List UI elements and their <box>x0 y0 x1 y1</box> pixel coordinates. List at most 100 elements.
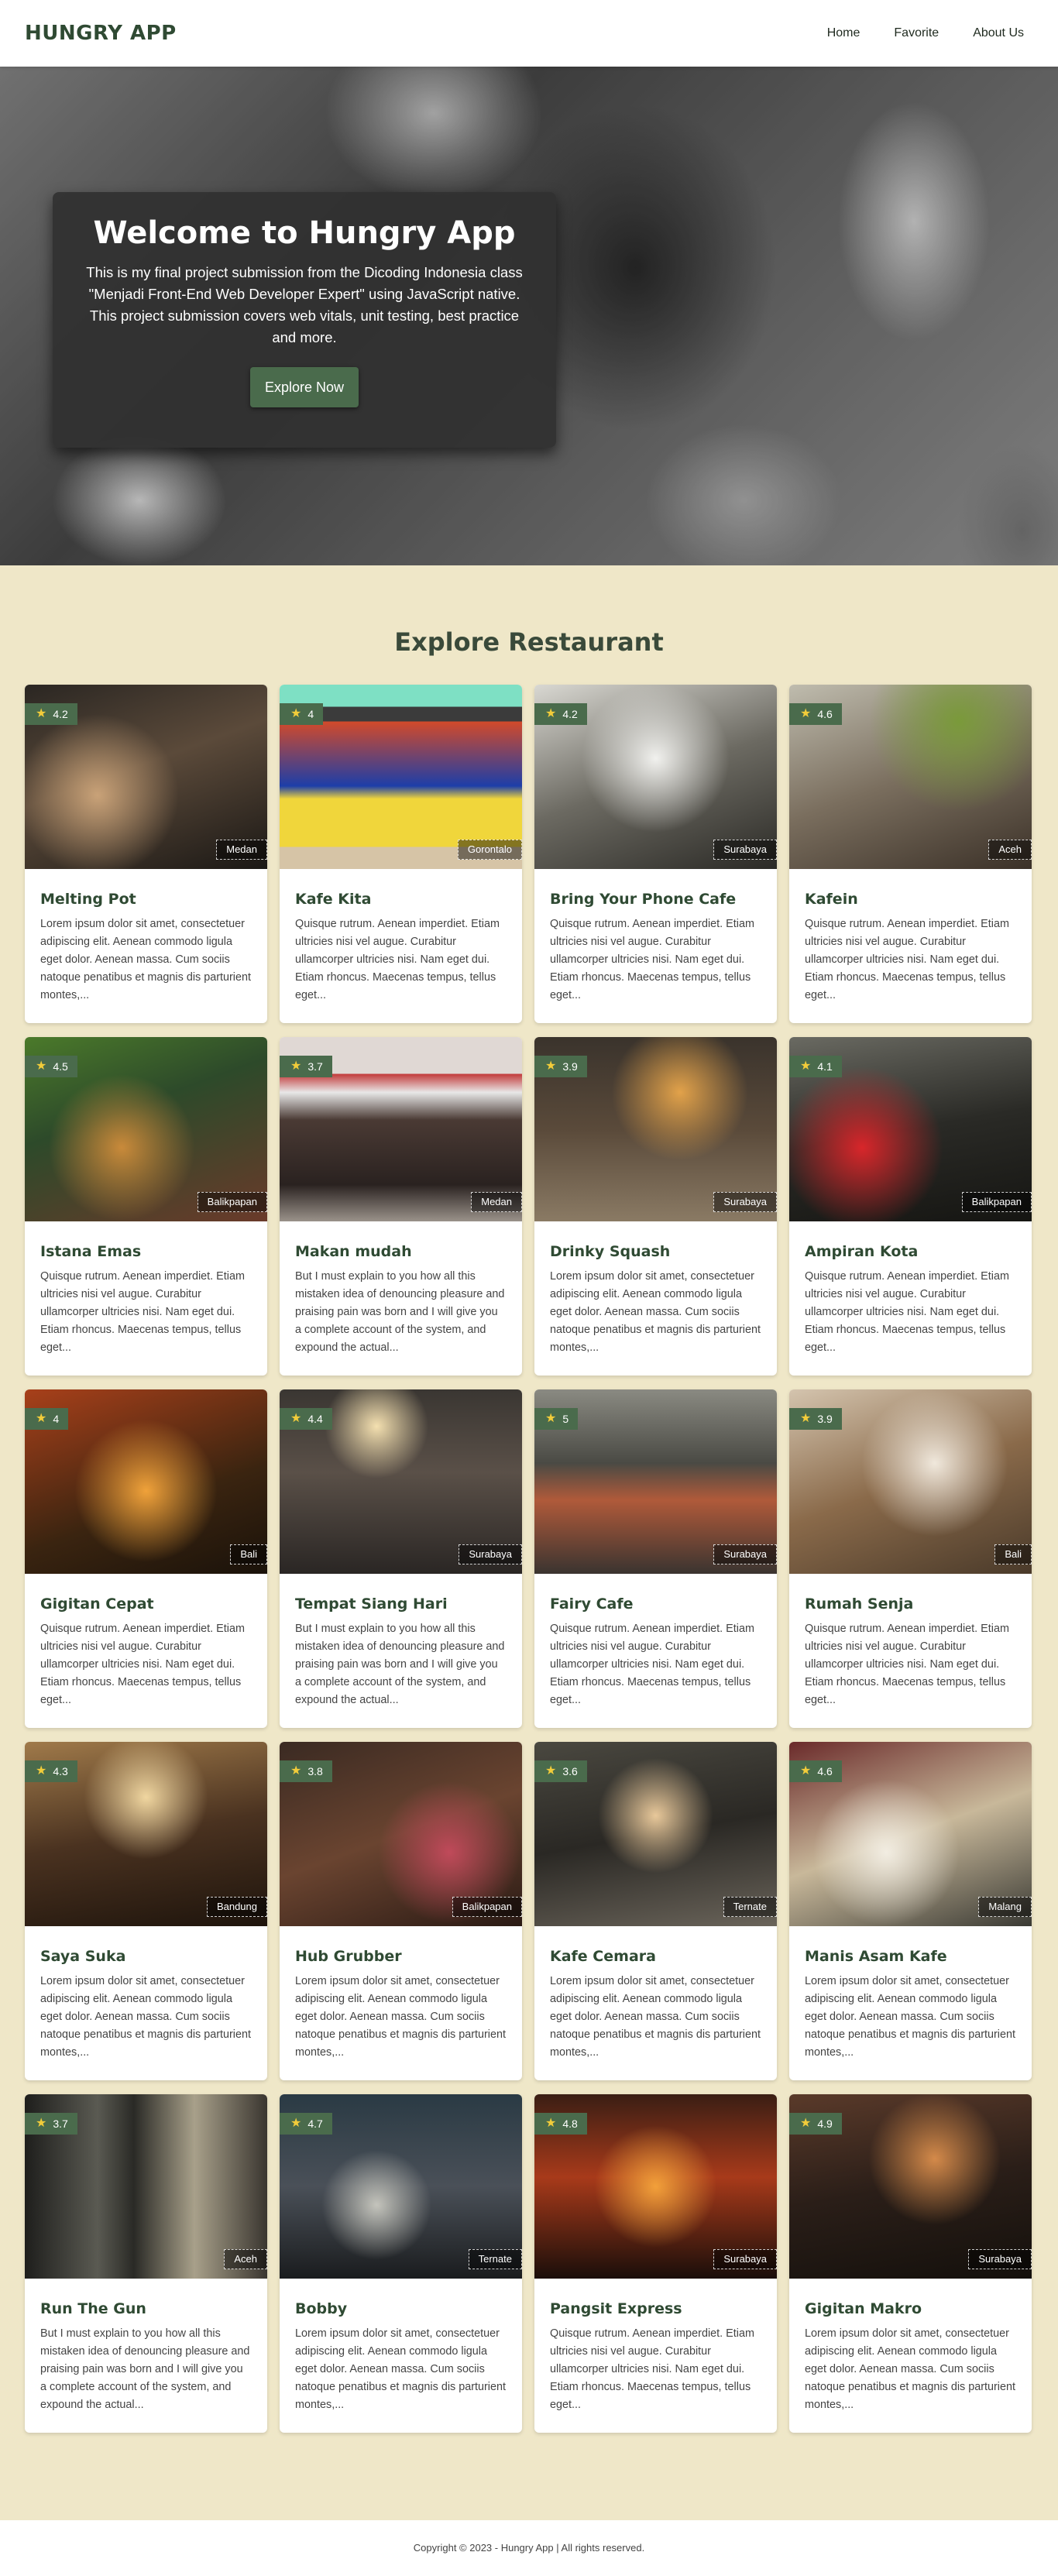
restaurant-image[interactable]: ★ 4.8 Surabaya <box>534 2094 777 2279</box>
card-body: Pangsit Express Quisque rutrum. Aenean i… <box>534 2279 777 2414</box>
city-badge: Surabaya <box>459 1544 522 1564</box>
restaurant-description: Quisque rutrum. Aenean imperdiet. Etiam … <box>805 1270 1009 1354</box>
city-badge: Balikpapan <box>452 1897 522 1917</box>
rating-value: 3.8 <box>307 1765 323 1777</box>
city-badge: Balikpapan <box>197 1192 267 1212</box>
restaurant-image[interactable]: ★ 3.8 Balikpapan <box>280 1742 522 1926</box>
restaurant-image[interactable]: ★ 4.9 Surabaya <box>789 2094 1032 2279</box>
restaurant-card[interactable]: ★ 4 Bali Gigitan Cepat Quisque rutrum. A… <box>25 1389 267 1728</box>
rating-badge: ★ 3.6 <box>534 1760 587 1782</box>
restaurant-image[interactable]: ★ 4 Bali <box>25 1389 267 1574</box>
restaurant-image[interactable]: ★ 3.9 Bali <box>789 1389 1032 1574</box>
rating-badge: ★ 4.2 <box>534 703 587 725</box>
restaurant-image[interactable]: ★ 4.4 Surabaya <box>280 1389 522 1574</box>
restaurant-description: Quisque rutrum. Aenean imperdiet. Etiam … <box>550 918 754 1001</box>
restaurant-name[interactable]: Melting Pot <box>40 891 252 908</box>
restaurant-card[interactable]: ★ 4.6 Aceh Kafein Quisque rutrum. Aenean… <box>789 685 1032 1023</box>
main-nav: Home Favorite About Us <box>827 26 1024 40</box>
restaurant-card[interactable]: ★ 5 Surabaya Fairy Cafe Quisque rutrum. … <box>534 1389 777 1728</box>
star-icon: ★ <box>545 1412 557 1425</box>
restaurant-name[interactable]: Hub Grubber <box>295 1948 507 1965</box>
restaurant-name[interactable]: Kafe Cemara <box>550 1948 761 1965</box>
restaurant-image[interactable]: ★ 3.7 Medan <box>280 1037 522 1221</box>
rating-badge: ★ 4.6 <box>789 1760 842 1782</box>
restaurant-image[interactable]: ★ 4.2 Surabaya <box>534 685 777 869</box>
city-badge: Surabaya <box>713 2249 777 2269</box>
restaurant-card[interactable]: ★ 4.2 Medan Melting Pot Lorem ipsum dolo… <box>25 685 267 1023</box>
restaurant-name[interactable]: Makan mudah <box>295 1243 507 1260</box>
restaurant-image[interactable]: ★ 4.1 Balikpapan <box>789 1037 1032 1221</box>
city-badge: Surabaya <box>968 2249 1032 2269</box>
restaurant-name[interactable]: Rumah Senja <box>805 1595 1016 1613</box>
restaurant-image[interactable]: ★ 3.7 Aceh <box>25 2094 267 2279</box>
restaurant-card[interactable]: ★ 4.1 Balikpapan Ampiran Kota Quisque ru… <box>789 1037 1032 1376</box>
restaurant-name[interactable]: Kafe Kita <box>295 891 507 908</box>
restaurant-name[interactable]: Gigitan Cepat <box>40 1595 252 1613</box>
restaurant-image[interactable]: ★ 4.6 Malang <box>789 1742 1032 1926</box>
rating-value: 4 <box>53 1413 60 1425</box>
nav-favorite-link[interactable]: Favorite <box>894 26 939 40</box>
restaurant-card[interactable]: ★ 3.8 Balikpapan Hub Grubber Lorem ipsum… <box>280 1742 522 2080</box>
restaurant-name[interactable]: Bring Your Phone Cafe <box>550 891 761 908</box>
restaurant-card[interactable]: ★ 4.7 Ternate Bobby Lorem ipsum dolor si… <box>280 2094 522 2433</box>
restaurant-name[interactable]: Drinky Squash <box>550 1243 761 1260</box>
restaurant-name[interactable]: Saya Suka <box>40 1948 252 1965</box>
restaurant-card[interactable]: ★ 4.4 Surabaya Tempat Siang Hari But I m… <box>280 1389 522 1728</box>
restaurant-name[interactable]: Pangsit Express <box>550 2300 761 2317</box>
restaurant-card[interactable]: ★ 3.7 Aceh Run The Gun But I must explai… <box>25 2094 267 2433</box>
footer: Copyright © 2023 - Hungry App | All righ… <box>0 2520 1058 2576</box>
rating-value: 4.6 <box>817 708 833 720</box>
restaurant-description: Quisque rutrum. Aenean imperdiet. Etiam … <box>550 2327 754 2411</box>
restaurant-card[interactable]: ★ 4.2 Surabaya Bring Your Phone Cafe Qui… <box>534 685 777 1023</box>
city-badge: Malang <box>978 1897 1032 1917</box>
restaurant-image[interactable]: ★ 4.5 Balikpapan <box>25 1037 267 1221</box>
restaurant-card[interactable]: ★ 4.5 Balikpapan Istana Emas Quisque rut… <box>25 1037 267 1376</box>
restaurant-card[interactable]: ★ 4 Gorontalo Kafe Kita Quisque rutrum. … <box>280 685 522 1023</box>
nav-home-link[interactable]: Home <box>827 26 860 40</box>
city-badge: Aceh <box>224 2249 267 2269</box>
restaurant-name[interactable]: Gigitan Makro <box>805 2300 1016 2317</box>
restaurant-image[interactable]: ★ 4.3 Bandung <box>25 1742 267 1926</box>
restaurant-card[interactable]: ★ 4.3 Bandung Saya Suka Lorem ipsum dolo… <box>25 1742 267 2080</box>
restaurant-image[interactable]: ★ 4 Gorontalo <box>280 685 522 869</box>
restaurant-image[interactable]: ★ 5 Surabaya <box>534 1389 777 1574</box>
city-badge: Bandung <box>206 1897 267 1917</box>
restaurant-image[interactable]: ★ 4.6 Aceh <box>789 685 1032 869</box>
restaurant-name[interactable]: Bobby <box>295 2300 507 2317</box>
restaurant-name[interactable]: Ampiran Kota <box>805 1243 1016 1260</box>
restaurant-description: Lorem ipsum dolor sit amet, consectetuer… <box>295 2327 507 2411</box>
rating-badge: ★ 4.3 <box>25 1760 77 1782</box>
restaurant-image[interactable]: ★ 4.7 Ternate <box>280 2094 522 2279</box>
restaurant-name[interactable]: Run The Gun <box>40 2300 252 2317</box>
restaurant-description: Lorem ipsum dolor sit amet, consectetuer… <box>40 1975 252 2059</box>
restaurant-name[interactable]: Kafein <box>805 891 1016 908</box>
brand-logo[interactable]: HUNGRY APP <box>25 22 177 45</box>
city-badge: Bali <box>230 1544 267 1564</box>
restaurant-card[interactable]: ★ 4.9 Surabaya Gigitan Makro Lorem ipsum… <box>789 2094 1032 2433</box>
restaurant-card[interactable]: ★ 3.9 Bali Rumah Senja Quisque rutrum. A… <box>789 1389 1032 1728</box>
city-badge: Medan <box>216 840 267 860</box>
restaurant-name[interactable]: Manis Asam Kafe <box>805 1948 1016 1965</box>
restaurant-image[interactable]: ★ 3.9 Surabaya <box>534 1037 777 1221</box>
rating-badge: ★ 4.9 <box>789 2113 842 2135</box>
rating-value: 4.8 <box>562 2117 578 2130</box>
restaurant-image[interactable]: ★ 4.2 Medan <box>25 685 267 869</box>
restaurant-card[interactable]: ★ 3.9 Surabaya Drinky Squash Lorem ipsum… <box>534 1037 777 1376</box>
restaurant-image[interactable]: ★ 3.6 Ternate <box>534 1742 777 1926</box>
nav-about-link[interactable]: About Us <box>973 26 1024 40</box>
restaurant-name[interactable]: Tempat Siang Hari <box>295 1595 507 1613</box>
restaurant-name[interactable]: Istana Emas <box>40 1243 252 1260</box>
card-body: Ampiran Kota Quisque rutrum. Aenean impe… <box>789 1221 1032 1357</box>
explore-now-button[interactable]: Explore Now <box>250 367 359 407</box>
restaurant-card[interactable]: ★ 3.6 Ternate Kafe Cemara Lorem ipsum do… <box>534 1742 777 2080</box>
city-badge: Ternate <box>468 2249 522 2269</box>
star-icon: ★ <box>290 1412 302 1425</box>
restaurant-card[interactable]: ★ 4.8 Surabaya Pangsit Express Quisque r… <box>534 2094 777 2433</box>
restaurant-card[interactable]: ★ 3.7 Medan Makan mudah But I must expla… <box>280 1037 522 1376</box>
rating-value: 4.1 <box>817 1060 833 1073</box>
restaurant-card[interactable]: ★ 4.6 Malang Manis Asam Kafe Lorem ipsum… <box>789 1742 1032 2080</box>
restaurant-name[interactable]: Fairy Cafe <box>550 1595 761 1613</box>
city-badge: Aceh <box>988 840 1032 860</box>
star-icon: ★ <box>800 1060 812 1073</box>
card-body: Makan mudah But I must explain to you ho… <box>280 1221 522 1357</box>
